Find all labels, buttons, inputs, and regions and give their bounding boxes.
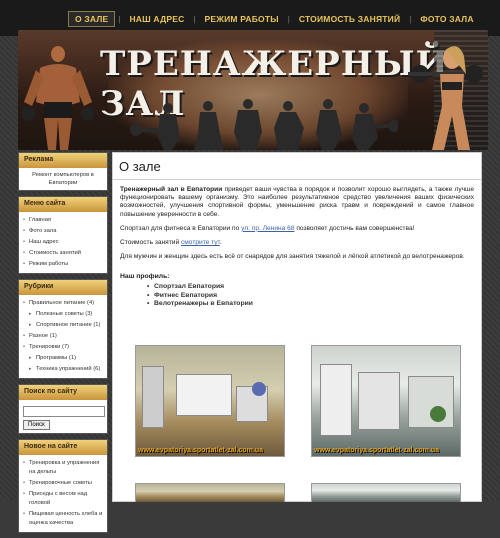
intro-paragraph: Тренажерный зал в Евпатории приведет ваш…: [120, 186, 474, 219]
search-widget: Поиск по сайту Поиск: [18, 384, 108, 434]
news-item[interactable]: Тренировочные советы: [23, 478, 103, 489]
nav-item: НАШ АДРЕС: [123, 12, 190, 26]
nav-separator: |: [193, 14, 196, 24]
profile-item[interactable]: Спортзал Евпатория: [147, 283, 481, 292]
site-menu-item[interactable]: Режим работы: [23, 259, 103, 270]
nav-separator: |: [409, 14, 412, 24]
page-background: О ЗАЛЕ | НАШ АДРЕС | РЕЖИМ РАБОТЫ | СТОИМОСТЬ …: [0, 0, 500, 533]
site-menu-item[interactable]: Главная: [23, 215, 103, 226]
news-widget: Новое на сайте Тренировка и упражнения н…: [18, 439, 108, 533]
address-pre: Спортзал для фитнеса в Евпатории по: [120, 224, 242, 232]
category-item[interactable]: Разное (1): [23, 331, 103, 342]
nav-item: СТОИМОСТЬ ЗАНЯТИЙ: [293, 12, 406, 26]
gym-machine-shape: [358, 372, 400, 430]
gym-machine-shape: [142, 366, 164, 428]
site-header-banner: ТРЕНАЖЕРНЫЙ ЗАЛ: [18, 30, 488, 150]
gym-machine-shape: [320, 364, 352, 436]
gym-ball: [252, 382, 266, 396]
profile-item[interactable]: Фитнес Евпатория: [147, 292, 481, 301]
ads-widget-title: Реклама: [19, 153, 107, 168]
categories-widget: Рубрики Правильное питание (4)Полезные с…: [18, 279, 108, 379]
site-menu-title: Меню сайта: [19, 197, 107, 212]
category-item[interactable]: Техника упражнений (6): [23, 364, 103, 375]
gym-photo-1[interactable]: www.evpatoriya.sportatlet-zal.com.ua: [135, 345, 285, 457]
search-input[interactable]: [23, 406, 105, 417]
nav-link[interactable]: О ЗАЛЕ: [68, 11, 116, 27]
search-title: Поиск по сайту: [19, 385, 107, 400]
site-menu-item[interactable]: Стоимость занятий: [23, 248, 103, 259]
price-pre: Стоимость занятий: [120, 239, 181, 247]
gym-machine-shape: [408, 376, 454, 428]
news-item[interactable]: Пищевая ценность хлеба и оценка качества: [23, 509, 103, 529]
nav-item: О ЗАЛЕ: [68, 11, 116, 27]
category-item[interactable]: Полезные советы (3): [23, 309, 103, 320]
page-title: О зале: [113, 153, 481, 180]
site-menu-list: ГлавнаяФото залаНаш адресСтоимость занят…: [23, 215, 103, 270]
nav-list: О ЗАЛЕ | НАШ АДРЕС | РЕЖИМ РАБОТЫ | СТОИМОСТЬ …: [68, 11, 480, 27]
nav-link[interactable]: СТОИМОСТЬ ЗАНЯТИЙ: [293, 12, 406, 26]
ads-widget: Реклама Ремонт компьютеров в Евпатории: [18, 152, 108, 191]
gym-machine-shape: [176, 374, 232, 416]
athletes-silhouettes-image: [130, 99, 398, 150]
gym-ball: [430, 406, 446, 422]
site-menu-item[interactable]: Фото зала: [23, 226, 103, 237]
news-list: Тренировка и упражнения на дельтыТрениро…: [23, 458, 103, 529]
site-menu-widget: Меню сайта ГлавнаяФото залаНаш адресСтои…: [18, 196, 108, 274]
nav-link[interactable]: ФОТО ЗАЛА: [414, 12, 479, 26]
profile-title: Наш профиль:: [120, 273, 170, 281]
news-item[interactable]: Приседы с весом над головой: [23, 489, 103, 509]
photo-caption-2: www.evpatoriya.sportatlet-zal.com.ua: [314, 447, 439, 454]
photo-caption-1: www.evpatoriya.sportatlet-zal.com.ua: [138, 447, 263, 454]
profile-item[interactable]: Велотренажеры в Евпатории: [147, 300, 481, 309]
category-item[interactable]: Тренировки (7): [23, 342, 103, 353]
nav-separator: |: [287, 14, 290, 24]
nav-separator: |: [118, 14, 121, 24]
price-paragraph: Стоимость занятий смотрите тут.: [120, 239, 474, 247]
address-link[interactable]: ул. пр. Ленина 68: [241, 225, 294, 232]
category-item[interactable]: Правильное питание (4): [23, 298, 103, 309]
profile-list: Спортзал ЕвпаторияФитнес ЕвпаторияВелотр…: [147, 283, 481, 309]
categories-list: Правильное питание (4)Полезные советы (3…: [23, 298, 103, 375]
site-menu-item[interactable]: Наш адрес: [23, 237, 103, 248]
fitness-woman-image: [408, 46, 483, 150]
address-post: позволяет достичь вам совершенства!: [294, 224, 415, 232]
category-item[interactable]: Программы (1): [23, 353, 103, 364]
price-post: .: [219, 239, 222, 247]
gym-photo-3[interactable]: [135, 483, 285, 502]
sidebar: Реклама Ремонт компьютеров в Евпатории М…: [18, 152, 108, 538]
nav-link[interactable]: РЕЖИМ РАБОТЫ: [199, 12, 285, 26]
news-title: Новое на сайте: [19, 440, 107, 455]
price-link[interactable]: смотрите тут: [181, 239, 220, 246]
news-item[interactable]: Тренировка и упражнения на дельты: [23, 458, 103, 478]
nav-item: ФОТО ЗАЛА: [414, 12, 479, 26]
gym-photo-4[interactable]: [311, 483, 461, 502]
intro-bold: Тренажерный зал в Евпатории: [120, 186, 223, 193]
bodybuilder-man-image: [22, 46, 94, 150]
ads-link[interactable]: Ремонт компьютеров в Евпатории: [32, 172, 94, 186]
category-item[interactable]: Спортивное питание (1): [23, 320, 103, 331]
categories-title: Рубрики: [19, 280, 107, 295]
address-paragraph: Спортзал для фитнеса в Евпатории по ул. …: [120, 225, 474, 233]
gym-photo-2[interactable]: www.evpatoriya.sportatlet-zal.com.ua: [311, 345, 461, 457]
nav-item: РЕЖИМ РАБОТЫ: [199, 12, 285, 26]
search-button[interactable]: Поиск: [23, 420, 50, 430]
nav-link[interactable]: НАШ АДРЕС: [123, 12, 190, 26]
equipment-paragraph: Для мужчин и женщин здесь есть всё от сн…: [120, 253, 465, 261]
main-content: О зале Тренажерный зал в Евпатории приве…: [112, 152, 482, 502]
